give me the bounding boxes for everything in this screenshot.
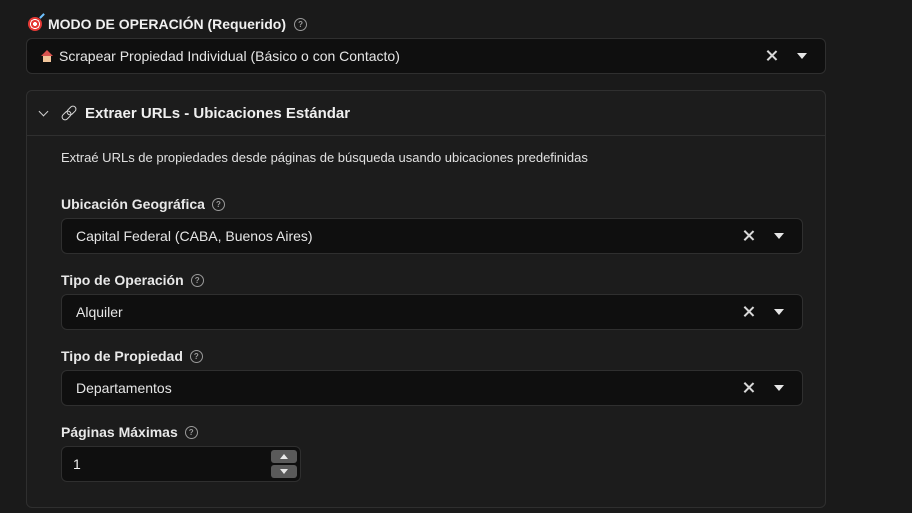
help-icon[interactable]: ? — [190, 273, 204, 287]
operation-mode-value-text: Scrapear Propiedad Individual (Básico o … — [59, 48, 400, 64]
house-icon — [41, 50, 53, 62]
clear-icon[interactable] — [742, 229, 756, 243]
decrement-button[interactable] — [271, 465, 297, 478]
property-type-select[interactable]: Departamentos — [61, 370, 803, 406]
operation-mode-label-text: MODO DE OPERACIÓN (Requerido) — [48, 16, 287, 32]
max-pages-label: Páginas Máximas ? — [61, 424, 198, 440]
max-pages-value[interactable]: 1 — [62, 456, 271, 472]
operation-mode-value: Scrapear Propiedad Individual (Básico o … — [27, 48, 765, 64]
operation-type-select[interactable]: Alquiler — [61, 294, 803, 330]
clear-icon[interactable] — [742, 305, 756, 319]
max-pages-stepper[interactable]: 1 — [61, 446, 301, 482]
property-type-label-text: Tipo de Propiedad — [61, 348, 183, 364]
operation-type-label-text: Tipo de Operación — [61, 272, 184, 288]
panel-title: Extraer URLs - Ubicaciones Estándar — [85, 104, 351, 122]
panel-description: Extraé URLs de propiedades desde páginas… — [61, 150, 588, 165]
settings-page: MODO DE OPERACIÓN (Requerido) ? Scrapear… — [0, 0, 912, 513]
caret-down-icon[interactable] — [774, 309, 784, 315]
panel-header[interactable]: Extraer URLs - Ubicaciones Estándar — [27, 91, 825, 136]
stepper-buttons — [271, 450, 297, 478]
increment-button[interactable] — [271, 450, 297, 463]
location-select[interactable]: Capital Federal (CABA, Buenos Aires) — [61, 218, 803, 254]
max-pages-label-text: Páginas Máximas — [61, 424, 178, 440]
property-type-value: Departamentos — [76, 380, 172, 396]
operation-type-value: Alquiler — [76, 304, 123, 320]
operation-mode-label: MODO DE OPERACIÓN (Requerido) ? — [28, 14, 308, 34]
caret-down-icon[interactable] — [774, 385, 784, 391]
location-label-text: Ubicación Geográfica — [61, 196, 205, 212]
clear-icon[interactable] — [765, 49, 779, 63]
caret-down-icon[interactable] — [797, 53, 807, 59]
help-icon[interactable]: ? — [189, 349, 203, 363]
location-label: Ubicación Geográfica ? — [61, 196, 225, 212]
target-icon — [28, 17, 42, 31]
caret-down-icon[interactable] — [774, 233, 784, 239]
property-type-label: Tipo de Propiedad ? — [61, 348, 203, 364]
clear-icon[interactable] — [742, 381, 756, 395]
help-icon[interactable]: ? — [211, 197, 225, 211]
help-icon[interactable]: ? — [294, 17, 308, 31]
link-icon — [60, 104, 78, 122]
chevron-down-icon[interactable] — [38, 106, 49, 116]
help-icon[interactable]: ? — [184, 425, 198, 439]
operation-mode-select[interactable]: Scrapear Propiedad Individual (Básico o … — [26, 38, 826, 74]
location-value: Capital Federal (CABA, Buenos Aires) — [76, 228, 313, 244]
operation-type-label: Tipo de Operación ? — [61, 272, 204, 288]
extract-urls-panel: Extraer URLs - Ubicaciones Estándar Extr… — [26, 90, 826, 508]
